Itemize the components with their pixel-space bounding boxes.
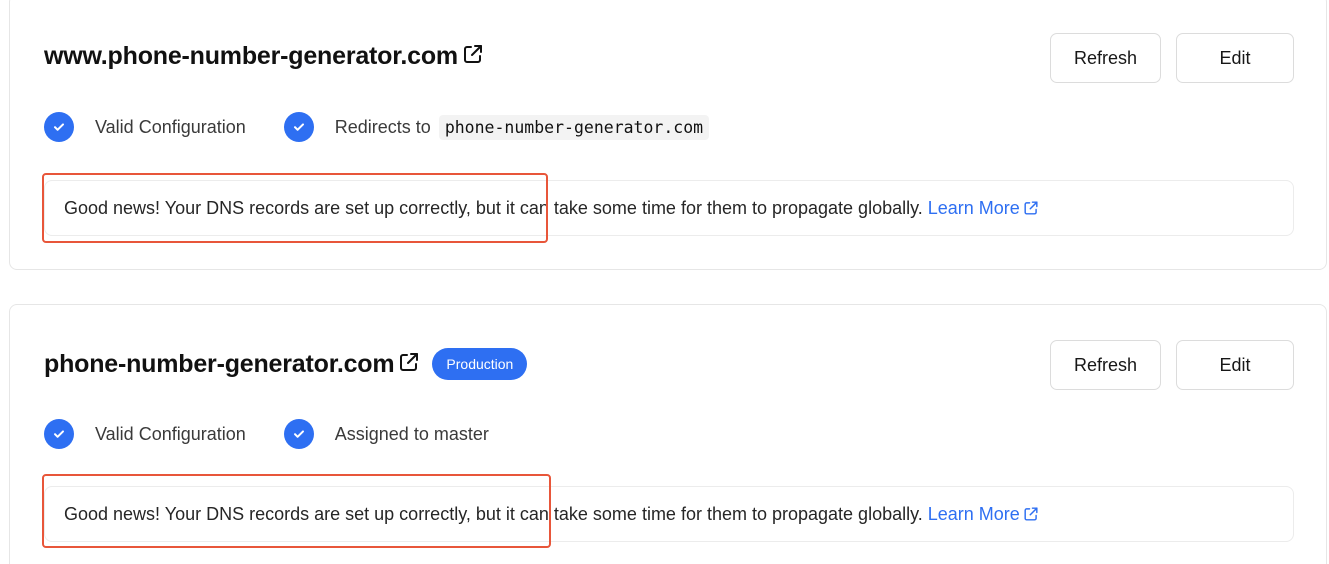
notice-text: Good news! Your DNS records are set up c… (64, 197, 923, 218)
refresh-button[interactable]: Refresh (1050, 340, 1161, 390)
external-link-icon[interactable] (398, 351, 420, 373)
status-assigned-branch: Assigned to master (283, 419, 489, 449)
dns-notice: Good news! Your DNS records are set up c… (44, 180, 1294, 236)
check-circle-icon (283, 419, 314, 449)
check-circle-icon (44, 419, 74, 449)
check-circle-icon (283, 112, 314, 142)
learn-more-link[interactable]: Learn More (928, 198, 1039, 219)
environment-badge: Production (432, 348, 528, 380)
domain-card: www.phone-number-generator.com Refresh E… (9, 0, 1327, 270)
domain-title-row: phone-number-generator.com Production (44, 346, 528, 382)
redirect-target: phone-number-generator.com (438, 114, 710, 140)
status-label: Redirects to (334, 116, 431, 137)
status-row: Valid Configuration Assigned to master (44, 416, 489, 452)
status-label: Valid Configuration (95, 116, 246, 137)
domain-title-row: www.phone-number-generator.com (44, 38, 484, 74)
status-row: Valid Configuration Redirects to phone-n… (44, 109, 710, 145)
status-valid-configuration: Valid Configuration (44, 112, 246, 142)
domain-link[interactable]: phone-number-generator.com (44, 350, 395, 379)
external-link-icon[interactable] (1023, 200, 1039, 216)
external-link-icon[interactable] (462, 43, 484, 65)
status-valid-configuration: Valid Configuration (44, 419, 246, 449)
learn-more-link[interactable]: Learn More (928, 504, 1039, 525)
learn-more-label[interactable]: Learn More (928, 198, 1020, 219)
external-link-icon[interactable] (1023, 506, 1039, 522)
edit-button[interactable]: Edit (1176, 33, 1294, 83)
status-label: Assigned to master (334, 423, 489, 444)
dns-notice: Good news! Your DNS records are set up c… (44, 486, 1294, 542)
status-redirect: Redirects to phone-number-generator.com (283, 112, 710, 142)
check-circle-icon (44, 112, 74, 142)
domain-link[interactable]: www.phone-number-generator.com (44, 42, 458, 71)
learn-more-label[interactable]: Learn More (928, 504, 1020, 525)
edit-button[interactable]: Edit (1176, 340, 1294, 390)
refresh-button[interactable]: Refresh (1050, 33, 1161, 83)
domain-card: phone-number-generator.com Production Re… (9, 304, 1327, 564)
status-label: Valid Configuration (95, 423, 246, 444)
notice-text: Good news! Your DNS records are set up c… (64, 503, 923, 524)
